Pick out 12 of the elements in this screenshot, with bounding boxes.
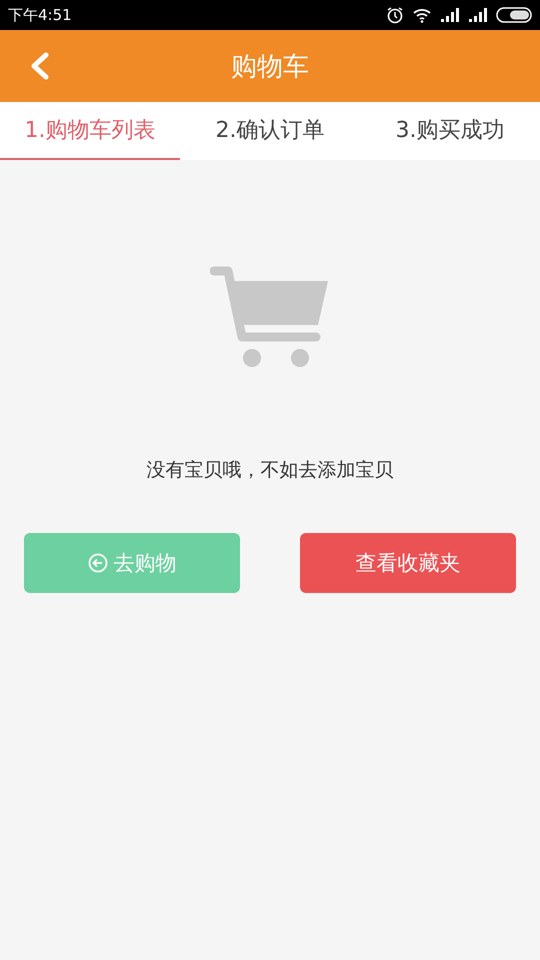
alarm-icon (386, 6, 404, 24)
back-circle-icon (88, 553, 108, 573)
page-title: 购物车 (231, 50, 309, 84)
shopping-cart-icon (210, 265, 330, 369)
signal-icon (440, 8, 460, 22)
battery-icon (496, 7, 532, 23)
status-time: 下午4:51 (8, 6, 72, 24)
go-shopping-button[interactable]: 去购物 (24, 533, 240, 593)
empty-cart-message: 没有宝贝哦，不如去添加宝贝 (146, 458, 394, 483)
signal-icon (468, 8, 488, 22)
view-favorites-button[interactable]: 查看收藏夹 (300, 533, 516, 593)
wifi-icon (412, 7, 432, 23)
